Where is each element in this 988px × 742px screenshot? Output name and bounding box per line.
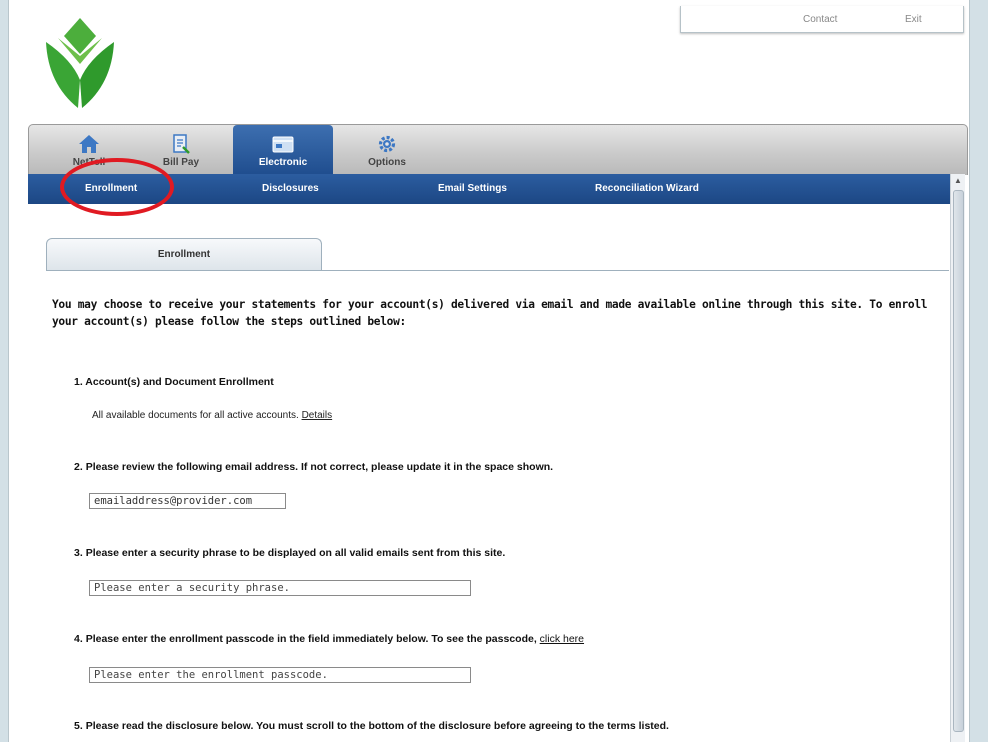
gear-icon xyxy=(378,135,396,153)
top-links-bar: Contact Exit xyxy=(680,6,964,33)
subtab-email-settings[interactable]: Email Settings xyxy=(438,183,507,194)
step-text: Please read the disclosure below. You mu… xyxy=(85,720,669,732)
content-tab-enrollment[interactable]: Enrollment xyxy=(46,238,322,271)
tab-electronic[interactable]: Electronic xyxy=(233,125,333,175)
main-navigation: NetTell Bill Pay Electronic Options xyxy=(28,124,968,175)
step-2: 2. Please review the following email add… xyxy=(74,461,554,473)
step-1: 1. Account(s) and Document Enrollment xyxy=(74,376,274,388)
highlight-circle xyxy=(60,158,174,216)
details-link[interactable]: Details xyxy=(302,410,333,421)
click-here-link[interactable]: click here xyxy=(540,633,584,645)
step-text: Please enter a security phrase to be dis… xyxy=(85,547,506,559)
step-1-subtext: All available documents for all active a… xyxy=(92,410,299,421)
home-icon xyxy=(79,135,99,153)
subtab-reconciliation-wizard[interactable]: Reconciliation Wizard xyxy=(595,183,699,194)
contact-link[interactable]: Contact xyxy=(803,14,837,25)
step-5: 5. Please read the disclosure below. You… xyxy=(74,720,669,732)
vertical-scrollbar[interactable]: ▲ xyxy=(950,174,965,742)
intro-text: You may choose to receive your statement… xyxy=(52,298,928,328)
tab-label: Bill Pay xyxy=(162,157,200,168)
scroll-up-arrow-icon[interactable]: ▲ xyxy=(954,176,962,185)
step-3: 3. Please enter a security phrase to be … xyxy=(74,547,506,559)
enrollment-passcode-field[interactable] xyxy=(89,667,471,683)
tab-label: Options xyxy=(368,157,406,168)
tab-options[interactable]: Options xyxy=(347,125,427,175)
step-1-detail: All available documents for all active a… xyxy=(92,410,332,421)
scrollbar-thumb[interactable] xyxy=(953,190,964,732)
electronic-statement-icon xyxy=(272,136,294,153)
security-phrase-field[interactable] xyxy=(89,580,471,596)
step-text: Please review the following email addres… xyxy=(85,461,554,473)
step-4: 4. Please enter the enrollment passcode … xyxy=(74,633,585,645)
tab-divider xyxy=(46,270,949,271)
step-text: Account(s) and Document Enrollment xyxy=(85,376,274,388)
subtab-disclosures[interactable]: Disclosures xyxy=(262,183,319,194)
exit-link[interactable]: Exit xyxy=(905,14,922,25)
email-field[interactable] xyxy=(89,493,286,509)
app-window xyxy=(8,0,970,742)
step-text: Please enter the enrollment passcode in … xyxy=(85,633,537,645)
bank-logo xyxy=(46,18,114,108)
bill-pay-icon xyxy=(173,134,190,154)
tab-label: Electronic xyxy=(258,157,308,168)
